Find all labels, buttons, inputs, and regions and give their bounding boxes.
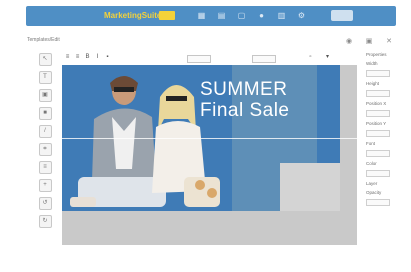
width-input[interactable] [366, 70, 390, 77]
align-center-icon[interactable]: ≡ [74, 54, 81, 61]
panel-label: Height [366, 81, 380, 86]
dashboard-icon[interactable]: ▦ [196, 11, 207, 20]
headline-line-1[interactable]: SUMMER [200, 79, 287, 101]
panel-label: Position X [366, 101, 387, 106]
design-canvas[interactable]: SUMMER Final Sale [62, 65, 357, 245]
left-toolbar: ↖ T ▣ ■ / ⌗ ≡ + ↺ ↻ [38, 53, 52, 233]
bold-icon[interactable]: B [84, 54, 91, 61]
italic-icon[interactable]: I [94, 54, 101, 61]
account-button[interactable] [331, 10, 353, 21]
preview-icon[interactable]: ◉ [344, 37, 354, 47]
width-field[interactable] [187, 55, 211, 63]
panel-label: Position Y [366, 121, 387, 126]
close-icon[interactable]: ✕ [384, 37, 394, 47]
editor-toolbar: ≡ ≡ B I ▪ ▫ ▾ [62, 54, 362, 63]
properties-panel: Properties Width Height Position X Posit… [366, 52, 402, 248]
crop-tool-icon[interactable]: ⌗ [38, 143, 52, 156]
user-icon[interactable]: ● [256, 11, 267, 20]
brand-badge [159, 11, 175, 20]
banner-grey-shape [280, 163, 340, 211]
align-left-icon[interactable]: ≡ [64, 54, 71, 61]
height-input[interactable] [366, 90, 390, 97]
brand-logo[interactable]: MarketingSuite [104, 11, 161, 20]
panel-label: Color [366, 161, 377, 166]
redo-tool-icon[interactable]: ↻ [38, 215, 52, 228]
panel-label: Width [366, 61, 378, 66]
folder-icon[interactable]: ▢ [236, 11, 247, 20]
position-y-input[interactable] [366, 130, 390, 137]
color-input[interactable] [366, 170, 390, 177]
image-icon[interactable]: ▪ [104, 54, 111, 61]
grid-icon[interactable]: ▤ [216, 11, 227, 20]
top-navigation-bar: MarketingSuite ▦ ▤ ▢ ● ▥ ⚙ [26, 6, 396, 26]
layers-tool-icon[interactable]: ≡ [38, 161, 52, 174]
panel-label: Opacity [366, 190, 382, 195]
breadcrumb[interactable]: Templates/Edit [27, 37, 60, 43]
line-tool-icon[interactable]: / [38, 125, 52, 138]
undo-tool-icon[interactable]: ↺ [38, 197, 52, 210]
panel-label: Properties [366, 52, 387, 57]
canvas-guide-line [62, 138, 357, 139]
headline-line-2[interactable]: Final Sale [200, 100, 290, 122]
opacity-input[interactable] [366, 199, 390, 206]
save-icon[interactable]: ▣ [364, 37, 374, 47]
position-x-input[interactable] [366, 110, 390, 117]
stats-icon[interactable]: ▥ [276, 11, 287, 20]
shape-tool-icon[interactable]: ■ [38, 107, 52, 120]
settings-icon[interactable]: ⚙ [296, 11, 307, 20]
font-select[interactable] [366, 150, 390, 157]
height-field[interactable] [252, 55, 276, 63]
chevron-down-icon[interactable]: ▾ [324, 54, 331, 61]
panel-label: Layer [366, 181, 378, 186]
image-tool-icon[interactable]: ▣ [38, 89, 52, 102]
panel-label: Font [366, 141, 376, 146]
lock-icon[interactable]: ▫ [307, 54, 314, 61]
text-tool-icon[interactable]: T [38, 71, 52, 84]
select-tool-icon[interactable]: ↖ [38, 53, 52, 66]
zoom-tool-icon[interactable]: + [38, 179, 52, 192]
